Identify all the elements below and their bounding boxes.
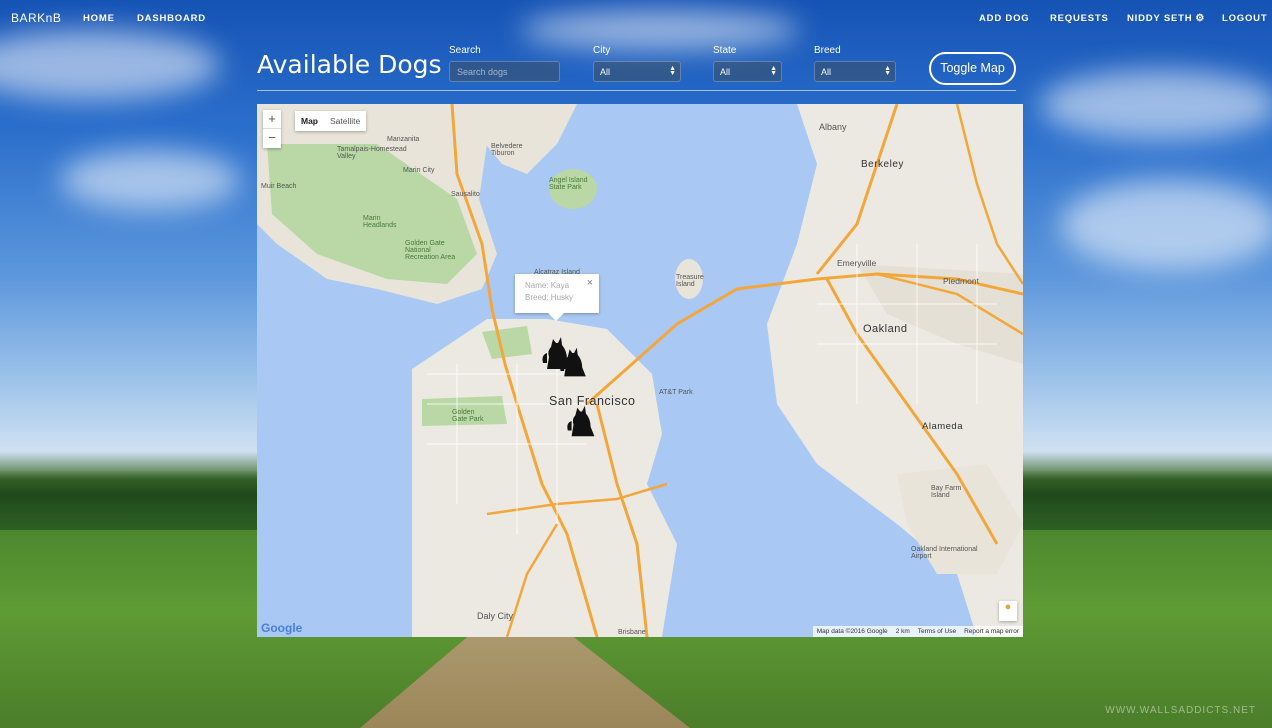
map-label: Brisbane bbox=[618, 629, 646, 636]
map-label: Sausalito bbox=[451, 191, 480, 198]
map-view[interactable]: + − Map Satellite Albany Berkeley Emeryv… bbox=[257, 104, 1023, 637]
nav-add-dog[interactable]: ADD DOG bbox=[979, 13, 1029, 24]
map-label: Muir Beach bbox=[261, 183, 297, 190]
report-error-link[interactable]: Report a map error bbox=[964, 628, 1019, 635]
state-select[interactable]: All ▲ ▼ bbox=[713, 61, 782, 82]
cloud bbox=[1060, 180, 1272, 270]
cloud bbox=[1040, 70, 1272, 140]
zoom-in-button[interactable]: + bbox=[263, 110, 281, 129]
divider bbox=[257, 90, 1016, 91]
map-label: Golden Gate National Recreation Area bbox=[405, 240, 456, 261]
select-arrows-icon: ▲ ▼ bbox=[669, 65, 676, 77]
dog-marker-icon[interactable] bbox=[564, 402, 602, 440]
select-arrows-icon: ▲ ▼ bbox=[884, 65, 891, 77]
map-label-alameda: Alameda bbox=[922, 421, 963, 432]
map-label: Treasure Island bbox=[676, 274, 704, 288]
zoom-out-button[interactable]: − bbox=[263, 129, 281, 148]
dog-marker-icon[interactable] bbox=[557, 344, 593, 380]
map-label: Angel Island State Park bbox=[549, 177, 588, 191]
select-arrows-icon: ▲ ▼ bbox=[770, 65, 777, 77]
map-type-control: Map Satellite bbox=[295, 111, 367, 131]
watermark: WWW.WALLSADDICTS.NET bbox=[1105, 705, 1256, 716]
nav-home[interactable]: HOME bbox=[83, 13, 115, 24]
map-label: Emeryville bbox=[837, 258, 877, 268]
map-label: Marin City bbox=[403, 167, 435, 174]
map-label: Bay Farm Island bbox=[931, 485, 962, 499]
map-label: Piedmont bbox=[943, 276, 979, 286]
terms-link[interactable]: Terms of Use bbox=[918, 628, 956, 635]
map-label: Manzanita bbox=[387, 136, 420, 143]
user-name: NIDDY SETH bbox=[1127, 13, 1193, 24]
nav-requests[interactable]: REQUESTS bbox=[1050, 13, 1109, 24]
map-label-oakland: Oakland bbox=[863, 323, 908, 335]
map-tiles bbox=[257, 104, 1023, 637]
city-select-value: All bbox=[600, 67, 611, 77]
dirt-path bbox=[360, 630, 690, 728]
map-label: AT&T Park bbox=[659, 389, 693, 396]
cloud bbox=[0, 30, 220, 100]
map-label: Oakland International Airport bbox=[911, 546, 978, 560]
toggle-map-button[interactable]: Toggle Map bbox=[929, 52, 1016, 85]
nav-user-menu[interactable]: NIDDY SETH ⚙ bbox=[1127, 13, 1205, 24]
nav-dashboard[interactable]: DASHBOARD bbox=[137, 13, 206, 24]
map-scale: 2 km bbox=[895, 628, 910, 635]
map-attribution: Map data ©2016 Google bbox=[816, 628, 888, 635]
map-label: Marin Headlands bbox=[363, 215, 397, 229]
map-label: Albany bbox=[819, 122, 847, 132]
map-label-berkeley: Berkeley bbox=[861, 159, 904, 170]
top-navbar: BARKnB HOME DASHBOARD ADD DOG REQUESTS N… bbox=[0, 0, 1272, 36]
breed-select-value: All bbox=[821, 67, 832, 77]
google-logo: Google bbox=[261, 621, 303, 635]
close-icon[interactable]: × bbox=[587, 277, 593, 289]
map-zoom-controls: + − bbox=[263, 110, 281, 148]
cloud bbox=[60, 150, 240, 210]
state-label: State bbox=[713, 45, 737, 56]
map-type-map-button[interactable]: Map bbox=[295, 111, 324, 131]
map-label: Daly City bbox=[477, 611, 514, 621]
city-select[interactable]: All ▲ ▼ bbox=[593, 61, 681, 82]
breed-label: Breed bbox=[814, 45, 841, 56]
search-input[interactable] bbox=[449, 61, 560, 82]
page-title: Available Dogs bbox=[257, 50, 442, 79]
state-select-value: All bbox=[720, 67, 731, 77]
city-label: City bbox=[593, 45, 611, 56]
dog-info-window: Name: Kaya Breed: Husky × bbox=[515, 274, 599, 321]
breed-select[interactable]: All ▲ ▼ bbox=[814, 61, 896, 82]
info-dog-breed: Breed: Husky bbox=[525, 293, 574, 302]
map-type-satellite-button[interactable]: Satellite bbox=[324, 111, 366, 131]
search-label: Search bbox=[449, 45, 481, 56]
gear-icon: ⚙ bbox=[1195, 13, 1206, 24]
map-label: Golden Gate Park bbox=[452, 409, 484, 423]
map-label: Tamalpais-Homestead Valley bbox=[337, 146, 407, 160]
nav-logout[interactable]: LOGOUT bbox=[1222, 13, 1267, 24]
map-attribution-bar: Map data ©2016 Google 2 km Terms of Use … bbox=[812, 626, 1023, 637]
brand-logo[interactable]: BARKnB bbox=[11, 11, 61, 25]
pegman-icon[interactable]: ● bbox=[999, 601, 1017, 621]
map-label: Belvedere Tiburon bbox=[491, 143, 523, 157]
